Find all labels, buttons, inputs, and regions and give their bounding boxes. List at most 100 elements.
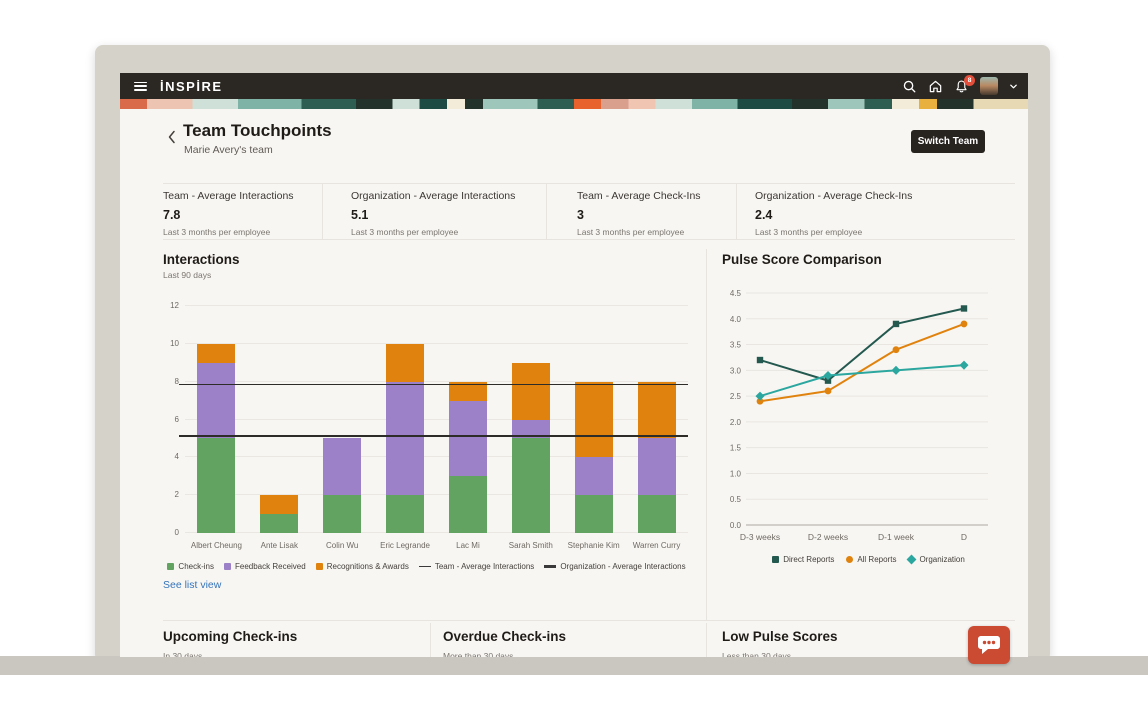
notifications-button[interactable]: 8	[954, 79, 969, 94]
stat-label: Organization - Average Check-Ins	[755, 190, 912, 202]
legend-item: Organization	[908, 555, 964, 564]
legend-line-swatch	[544, 565, 556, 568]
stat-org-avg-checkins: Organization - Average Check-Ins 2.4 Las…	[755, 190, 912, 237]
svg-text:3.5: 3.5	[730, 341, 742, 350]
menu-icon[interactable]	[134, 82, 147, 91]
divider	[706, 623, 707, 657]
bar-colin-wu[interactable]	[311, 306, 374, 533]
reference-line	[179, 384, 688, 385]
stat-team-avg-checkins: Team - Average Check-Ins 3 Last 3 months…	[577, 190, 701, 237]
y-tick-label: 12	[170, 301, 179, 310]
legend-item: Check-ins	[167, 562, 214, 571]
svg-text:D-2 weeks: D-2 weeks	[808, 532, 848, 542]
brand-logo: İNSPİRE	[160, 79, 223, 94]
top-bar-actions: 8	[902, 77, 1018, 95]
bar-albert-cheung[interactable]	[185, 306, 248, 533]
stats-strip: Team - Average Interactions 7.8 Last 3 m…	[163, 183, 1015, 240]
stat-value: 3	[577, 208, 701, 222]
y-tick-label: 6	[175, 415, 179, 424]
interactions-y-axis: 024681012	[163, 306, 181, 533]
bar-segment	[323, 438, 361, 495]
stat-note: Last 3 months per employee	[577, 227, 701, 237]
bar-segment	[323, 495, 361, 533]
app-window: İNSPİRE 8 Team Touchpoints Marie Avery's…	[120, 73, 1028, 657]
x-axis-label: Albert Cheung	[185, 541, 248, 550]
pulse-legend: Direct ReportsAll ReportsOrganization	[722, 555, 1015, 564]
bar-segment	[512, 363, 550, 420]
bar-sarah-smith[interactable]	[499, 306, 562, 533]
stat-label: Team - Average Check-Ins	[577, 190, 701, 202]
bar-segment	[638, 438, 676, 495]
see-list-view-link[interactable]: See list view	[163, 579, 221, 591]
legend-swatch	[772, 556, 779, 563]
page-title: Team Touchpoints	[183, 121, 332, 141]
interactions-legend: Check-insFeedback ReceivedRecognitions &…	[163, 562, 690, 571]
svg-text:1.5: 1.5	[730, 444, 742, 453]
y-tick-label: 4	[175, 452, 179, 461]
search-icon[interactable]	[902, 79, 917, 94]
page: İNSPİRE 8 Team Touchpoints Marie Avery's…	[0, 0, 1148, 724]
bar-segment	[260, 495, 298, 514]
bar-segment	[386, 382, 424, 496]
divider	[706, 249, 707, 620]
bar-segment	[449, 401, 487, 477]
upcoming-checkins-card[interactable]: Upcoming Check-ins In 30 days	[163, 629, 297, 657]
card-subtitle: In 30 days	[163, 651, 297, 657]
stat-org-avg-interactions: Organization - Average Interactions 5.1 …	[351, 190, 515, 237]
bar-segment	[260, 514, 298, 533]
chat-button[interactable]	[968, 626, 1010, 664]
avatar[interactable]	[980, 77, 998, 95]
card-subtitle: Less than 30 days	[722, 651, 838, 657]
legend-item: Direct Reports	[772, 555, 834, 564]
svg-text:1.0: 1.0	[730, 469, 742, 478]
x-axis-label: Lac Mi	[437, 541, 500, 550]
bar-eric-legrande[interactable]	[374, 306, 437, 533]
top-bar: İNSPİRE 8	[120, 73, 1028, 99]
y-tick-label: 2	[175, 490, 179, 499]
divider	[736, 184, 737, 240]
bar-ante-lisak[interactable]	[248, 306, 311, 533]
chat-bubble-icon	[977, 634, 1001, 656]
interactions-chart: 024681012 Albert CheungAnte LisakColin W…	[163, 298, 690, 588]
home-icon[interactable]	[928, 79, 943, 94]
reference-line	[179, 435, 688, 436]
notification-badge: 8	[964, 75, 975, 86]
svg-text:D-1 week: D-1 week	[878, 532, 915, 542]
banner-art	[120, 99, 1028, 109]
bar-segment	[386, 344, 424, 382]
interactions-plot	[185, 306, 688, 533]
bar-segment	[449, 476, 487, 533]
x-axis-label: Sarah Smith	[499, 541, 562, 550]
bar-segment	[512, 438, 550, 533]
legend-item: Feedback Received	[224, 562, 306, 571]
bar-segment	[638, 495, 676, 533]
svg-text:D: D	[961, 532, 967, 542]
bar-lac-mi[interactable]	[437, 306, 500, 533]
legend-swatch	[224, 563, 231, 570]
card-title: Upcoming Check-ins	[163, 629, 297, 644]
pulse-title: Pulse Score Comparison	[722, 252, 882, 267]
bar-segment	[197, 344, 235, 363]
divider	[322, 184, 323, 240]
y-tick-label: 0	[175, 528, 179, 537]
chevron-down-icon[interactable]	[1009, 82, 1018, 91]
bar-stephanie-kim[interactable]	[562, 306, 625, 533]
legend-item: Organization - Average Interactions	[544, 562, 685, 571]
x-axis-label: Stephanie Kim	[562, 541, 625, 550]
interactions-x-axis: Albert CheungAnte LisakColin WuEric Legr…	[185, 541, 688, 550]
low-pulse-scores-card[interactable]: Low Pulse Scores Less than 30 days	[722, 629, 838, 657]
stat-label: Team - Average Interactions	[163, 190, 294, 202]
card-subtitle: More than 30 days	[443, 651, 566, 657]
card-title: Low Pulse Scores	[722, 629, 838, 644]
bar-warren-curry[interactable]	[625, 306, 688, 533]
switch-team-button[interactable]: Switch Team	[911, 130, 985, 153]
card-title: Overdue Check-ins	[443, 629, 566, 644]
back-button[interactable]	[166, 129, 178, 145]
legend-swatch	[907, 555, 917, 565]
pulse-chart-svg: 0.00.51.01.52.02.53.03.54.04.5D-3 weeksD…	[720, 285, 1015, 547]
overdue-checkins-card[interactable]: Overdue Check-ins More than 30 days	[443, 629, 566, 657]
bar-segment	[575, 495, 613, 533]
x-axis-label: Warren Curry	[625, 541, 688, 550]
legend-item: Team - Average Interactions	[419, 562, 534, 571]
bar-segment	[386, 495, 424, 533]
